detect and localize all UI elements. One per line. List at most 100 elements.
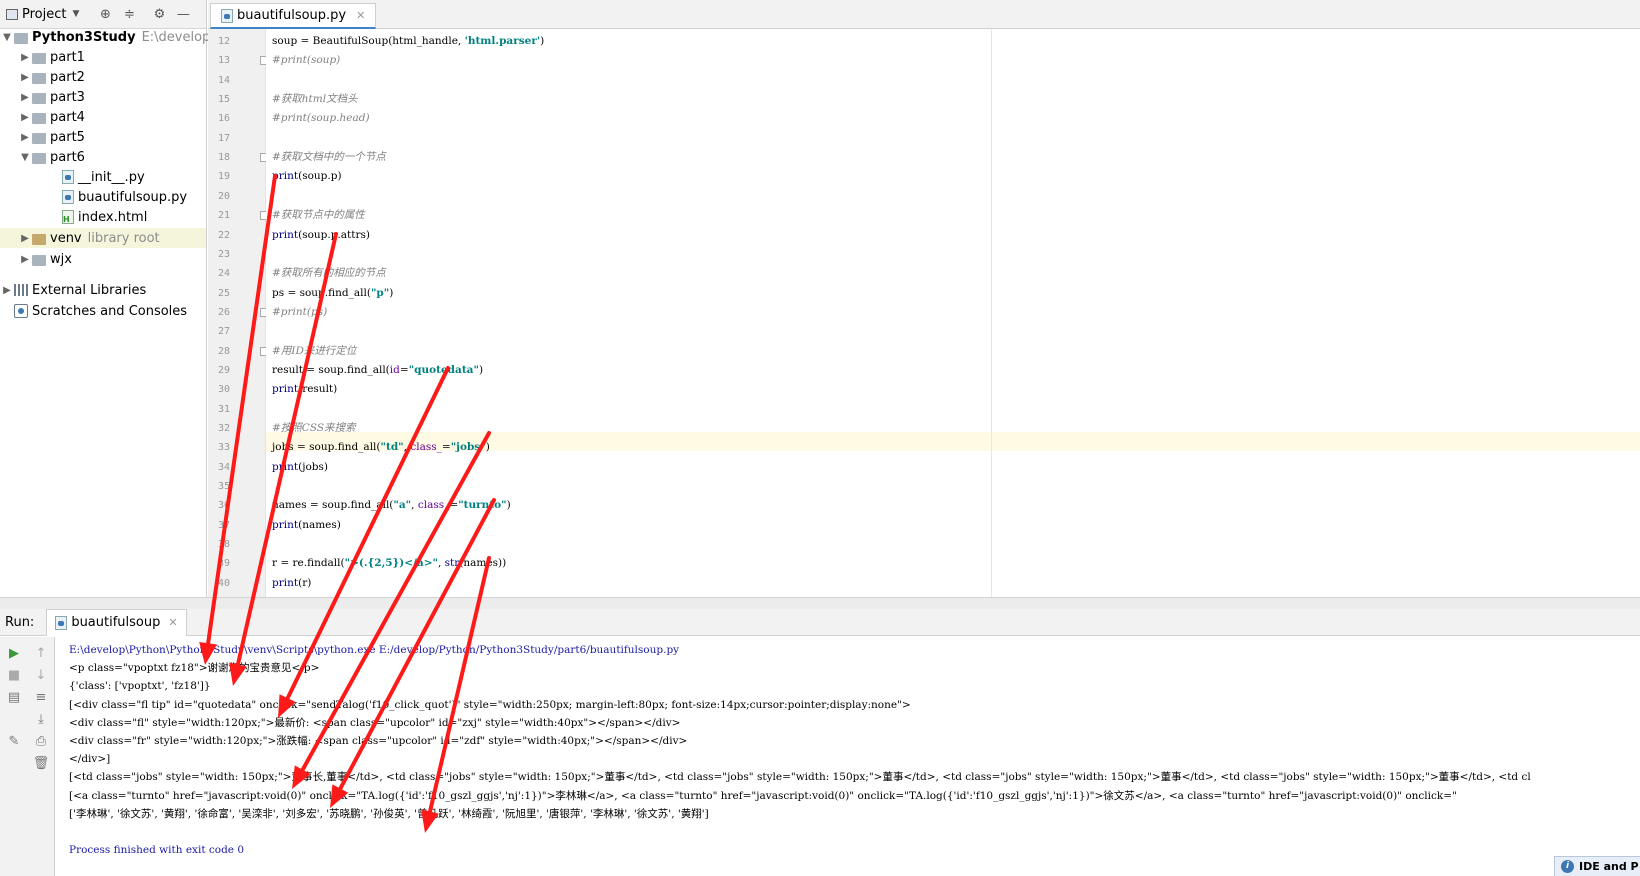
tree-item-init-py[interactable]: __init__.py	[62, 167, 145, 187]
project-panel-header: Project ▼ ⊕ ≑ ⚙ —	[0, 0, 206, 29]
line-number: 17	[217, 132, 230, 144]
tree-item-index-html[interactable]: index.html	[62, 207, 147, 227]
code-token: =	[441, 441, 451, 454]
down-icon[interactable]: ↓	[32, 667, 50, 685]
wrap-icon[interactable]: ≡	[32, 689, 50, 707]
tree-item-part1[interactable]: ▶ part1	[18, 47, 85, 67]
notification-balloon[interactable]: i IDE and P	[1554, 856, 1640, 876]
console-line: <p class="vpoptxt fz18">谢谢您的宝贵意见</p>	[69, 662, 320, 675]
code-token: print	[272, 518, 299, 531]
tree-item-part4[interactable]: ▶ part4	[18, 107, 85, 127]
code-token: )	[506, 499, 511, 512]
folder-icon	[32, 132, 46, 144]
tree-item-label: External Libraries	[32, 282, 147, 298]
line-number: 29	[217, 364, 230, 376]
trash-icon[interactable]: 🗑	[32, 755, 50, 773]
line-number: 26	[217, 306, 230, 318]
code-token: print	[272, 383, 299, 396]
code-token: r = re.findall(	[272, 557, 345, 570]
editor-gutter: 12 13 14 15 16 17 18 19 20 21 22 23 24 25 26 27 28 29 30 31…	[208, 29, 269, 597]
code-token: "turnto"	[458, 499, 507, 512]
layout-icon[interactable]: ▤	[5, 689, 23, 707]
code-token: print	[272, 576, 299, 589]
up-icon[interactable]: ↑	[32, 645, 50, 663]
tree-root[interactable]: ▼ Python3Study E:\develop\Py	[0, 27, 230, 47]
scroll-icon[interactable]: ⤓	[32, 711, 50, 729]
tree-item-label: part4	[50, 109, 85, 125]
tree-item-venv[interactable]: ▶ venv library root	[0, 228, 206, 248]
settings-icon[interactable]: ⚙	[151, 7, 167, 22]
console-line: [<td class="jobs" style="width: 150px;">…	[69, 771, 1531, 784]
notification-label: IDE and P	[1579, 860, 1639, 873]
line-number: 38	[217, 539, 230, 551]
tree-item-label: part3	[50, 89, 85, 105]
code-token: #获取所有的相应的节点	[272, 267, 386, 280]
chevron-right-icon[interactable]: ▶	[18, 112, 32, 123]
chevron-right-icon[interactable]: ▶	[18, 233, 32, 244]
console-line: [<a class="turnto" href="javascript:void…	[69, 789, 1457, 802]
folder-icon	[32, 52, 46, 64]
line-number: 23	[217, 248, 230, 260]
project-view-icon[interactable]	[6, 8, 18, 20]
tree-item-note: library root	[87, 230, 160, 246]
python-file-icon	[55, 615, 68, 630]
project-panel-title[interactable]: Project	[22, 7, 66, 22]
code-line: #print(soup)	[272, 51, 340, 70]
chevron-down-icon[interactable]: ▼	[18, 152, 32, 163]
chevron-right-icon[interactable]: ▶	[18, 72, 32, 83]
chevron-right-icon[interactable]: ▶	[18, 92, 32, 103]
line-number: 40	[217, 577, 230, 589]
run-console[interactable]: E:\develop\Python\Python3Study\venv\Scri…	[56, 637, 1640, 876]
collapse-icon[interactable]: ≑	[121, 7, 137, 22]
tree-item-buautifulsoup-py[interactable]: buautifulsoup.py	[62, 187, 187, 207]
tree-item-part3[interactable]: ▶ part3	[18, 87, 85, 107]
line-number: 24	[217, 268, 230, 280]
line-number: 28	[217, 345, 230, 357]
code-token: print	[272, 170, 299, 183]
folder-icon	[32, 233, 46, 245]
minimize-icon[interactable]: —	[175, 7, 191, 22]
line-number: 18	[217, 152, 230, 164]
code-token: 'html.parser'	[464, 35, 541, 47]
chevron-right-icon[interactable]: ▶	[0, 285, 14, 296]
library-icon	[14, 284, 28, 296]
tree-item-part6[interactable]: ▼ part6	[18, 147, 85, 167]
run-tab-buautifulsoup[interactable]: buautifulsoup ✕	[46, 608, 187, 636]
dropdown-icon[interactable]: ▼	[72, 9, 79, 19]
tree-item-external-libraries[interactable]: ▶ External Libraries	[0, 280, 146, 300]
run-toolbar: Run: buautifulsoup ✕	[0, 608, 1640, 636]
print-icon[interactable]: ⎙	[32, 733, 50, 751]
locate-icon[interactable]: ⊕	[97, 7, 113, 22]
code-line: #获取所有的相应的节点	[272, 264, 386, 283]
tree-item-label: part6	[50, 149, 85, 165]
tree-item-scratches[interactable]: Scratches and Consoles	[14, 301, 187, 321]
folder-icon	[14, 32, 28, 44]
code-line: #获取文档中的一个节点	[272, 148, 386, 167]
code-token: #按照CSS来搜索	[272, 422, 356, 434]
pin-icon[interactable]: ✎	[5, 733, 23, 751]
chevron-right-icon[interactable]: ▶	[18, 132, 32, 143]
code-line: #print(soup.head)	[272, 109, 370, 128]
code-token: #print(soup.head)	[272, 112, 370, 125]
tree-item-label: part2	[50, 69, 85, 85]
run-icon[interactable]: ▶	[5, 645, 23, 663]
code-editor[interactable]: soup = BeautifulSoup(html_handle, 'html.…	[266, 29, 1640, 597]
chevron-down-icon[interactable]: ▼	[0, 32, 14, 43]
tree-item-part5[interactable]: ▶ part5	[18, 127, 85, 147]
panel-splitter[interactable]	[0, 597, 1640, 609]
close-icon[interactable]: ✕	[168, 616, 177, 629]
line-number: 36	[217, 500, 230, 512]
chevron-right-icon[interactable]: ▶	[18, 52, 32, 63]
line-number: 34	[217, 461, 230, 473]
tree-item-wjx[interactable]: ▶ wjx	[18, 249, 72, 269]
python-file-icon	[62, 170, 74, 184]
code-token: )	[389, 286, 394, 299]
close-icon[interactable]: ✕	[356, 9, 365, 22]
editor-tab-buautifulsoup[interactable]: buautifulsoup.py ✕	[210, 3, 377, 29]
tree-item-part2[interactable]: ▶ part2	[18, 67, 85, 87]
chevron-right-icon[interactable]: ▶	[18, 254, 32, 265]
stop-icon[interactable]: ■	[5, 667, 23, 685]
project-panel: Project ▼ ⊕ ≑ ⚙ — ▼ Python3Study E:\deve…	[0, 0, 230, 610]
folder-icon	[32, 92, 46, 104]
code-token: )	[478, 363, 484, 376]
